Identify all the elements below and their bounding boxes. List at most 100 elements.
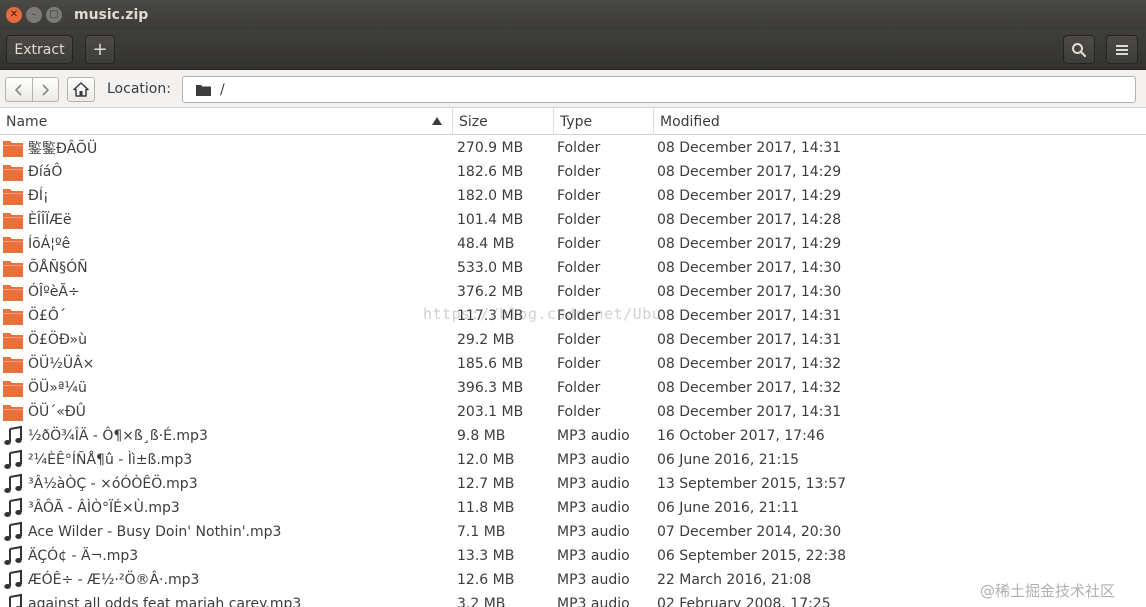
file-type: Folder [557,212,601,228]
music-note-icon [4,497,22,517]
file-type: MP3 audio [557,500,630,516]
file-row[interactable]: ³Â½àÒÇ - ×óÓÒÊÖ.mp3 12.7 MB MP3 audio 13 Se… [0,472,1146,496]
file-name-cell: ÓÎºèÃ÷ [0,280,450,304]
file-type: MP3 audio [557,452,630,468]
file-name: 鍳鍳ÐÂÕÜ [28,141,98,157]
folder-icon [3,309,23,325]
file-name-cell: ÆÓÊ÷ - Æ½·²Ö®Â·.mp3 [0,568,450,592]
file-row[interactable]: ÈÎÎÏÆë 101.4 MB Folder 08 December 2017, 14… [0,208,1146,232]
file-type: Folder [557,164,601,180]
file-row[interactable]: ÐíáÔ 182.6 MB Folder 08 December 2017, 14:2… [0,160,1146,184]
file-size: 533.0 MB [457,260,524,276]
file-row[interactable]: ÍõÁ¦ºê 48.4 MB Folder 08 December 2017, 14:… [0,232,1146,256]
file-name: ²¼ÈÊ°ÍÑÅ¶û - Ìì±ß.mp3 [28,452,193,468]
location-label: Location: [107,81,171,97]
file-row[interactable]: ³ÂÔÃ - ÂÌÒ°ÏÉ×Ù.mp3 11.8 MB MP3 audio 06 Ju… [0,496,1146,520]
file-row[interactable]: ÆÓÊ÷ - Æ½·²Ö®Â·.mp3 12.6 MB MP3 audio 22 Ma… [0,568,1146,592]
file-type: MP3 audio [557,572,630,588]
folder-icon [3,285,23,301]
file-name-cell: ³ÂÔÃ - ÂÌÒ°ÏÉ×Ù.mp3 [0,496,450,520]
column-header-type[interactable]: Type [554,108,654,135]
file-modified: 08 December 2017, 14:29 [657,236,842,252]
file-row[interactable]: ²¼ÈÊ°ÍÑÅ¶û - Ìì±ß.mp3 12.0 MB MP3 audio 06 … [0,448,1146,472]
music-note-icon [4,449,22,469]
file-size: 48.4 MB [457,236,515,252]
file-modified: 08 December 2017, 14:30 [657,284,842,300]
hamburger-menu-icon [1116,44,1128,55]
file-modified: 08 December 2017, 14:31 [657,332,842,348]
file-row[interactable]: 鍳鍳ÐÂÕÜ 270.9 MB Folder 08 December 2017, 14… [0,136,1146,160]
column-header-size-label: Size [459,113,488,130]
location-input[interactable]: / [182,76,1136,103]
file-size: 12.0 MB [457,452,515,468]
music-note-icon [4,521,22,541]
watermark-corner: @稀土掘金技术社区 [980,582,1116,600]
column-header-type-label: Type [560,113,593,130]
search-button[interactable] [1063,35,1095,64]
file-name-cell: ÄÇÓ¢ - Ä¬.mp3 [0,544,450,568]
file-type: MP3 audio [557,596,630,607]
file-modified: 07 December 2014, 20:30 [657,524,842,540]
file-modified: 08 December 2017, 14:32 [657,380,842,396]
file-row[interactable]: Ö£ÖÐ»ù 29.2 MB Folder 08 December 2017, 14:… [0,328,1146,352]
file-size: 182.6 MB [457,164,524,180]
file-name-cell: ½ðÖ¾ÎÄ - Ô¶×ß¸ß·É.mp3 [0,424,450,448]
minimize-window-button[interactable]: – [26,7,42,23]
file-row[interactable]: against all odds feat mariah carey.mp3 3.… [0,592,1146,607]
file-row[interactable]: ½ðÖ¾ÎÄ - Ô¶×ß¸ß·É.mp3 9.8 MB MP3 audio 16 O… [0,424,1146,448]
file-name: ÖÜ½ÜÂ× [28,356,95,372]
file-size: 203.1 MB [457,404,524,420]
file-name: ½ðÖ¾ÎÄ - Ô¶×ß¸ß·É.mp3 [28,428,208,444]
sort-ascending-icon [432,117,442,125]
file-row[interactable]: ÖÜ´«ÐÛ 203.1 MB Folder 08 December 2017, 14… [0,400,1146,424]
file-name-cell: against all odds feat mariah carey.mp3 [0,592,450,607]
navigation-buttons [5,77,59,102]
file-name: Ö£ÖÐ»ù [28,332,87,348]
file-row[interactable]: ÓÎºèÃ÷ 376.2 MB Folder 08 December 2017, 14… [0,280,1146,304]
file-type: MP3 audio [557,428,630,444]
file-type: Folder [557,236,601,252]
file-size: 182.0 MB [457,188,524,204]
forward-button[interactable] [31,78,59,101]
file-type: Folder [557,188,601,204]
file-row[interactable]: ÕÅÑ§ÓÑ 533.0 MB Folder 08 December 2017, 14… [0,256,1146,280]
folder-icon [3,141,23,157]
menu-button[interactable] [1106,35,1138,64]
column-header-name[interactable]: Name [0,108,453,135]
file-modified: 06 September 2015, 22:38 [657,548,846,564]
column-header-modified-label: Modified [660,113,720,130]
file-modified: 08 December 2017, 14:29 [657,164,842,180]
file-size: 13.3 MB [457,548,515,564]
file-type: MP3 audio [557,548,630,564]
add-files-button[interactable]: + [85,35,115,64]
file-modified: 08 December 2017, 14:31 [657,140,842,156]
file-type: Folder [557,260,601,276]
home-button[interactable] [67,77,95,102]
file-row[interactable]: Ace Wilder - Busy Doin' Nothin'.mp3 7.1 M… [0,520,1146,544]
location-path: / [220,81,225,98]
file-modified: 08 December 2017, 14:29 [657,188,842,204]
file-type: Folder [557,356,601,372]
folder-icon [3,357,23,373]
file-row[interactable]: ÖÜ»ª¼ü 396.3 MB Folder 08 December 2017, 14… [0,376,1146,400]
back-button[interactable] [6,78,32,101]
file-type: Folder [557,404,601,420]
file-name-cell: Ace Wilder - Busy Doin' Nothin'.mp3 [0,520,450,544]
file-name-cell: ÍõÁ¦ºê [0,232,450,256]
file-name-cell: ÈÎÎÏÆë [0,208,450,232]
file-row[interactable]: ÐÍ¡ 182.0 MB Folder 08 December 2017, 14:29 [0,184,1146,208]
file-name-cell: ÐíáÔ [0,160,450,184]
file-modified: 16 October 2017, 17:46 [657,428,825,444]
file-row[interactable]: ÖÜ½ÜÂ× 185.6 MB Folder 08 December 2017, 14… [0,352,1146,376]
column-header-modified[interactable]: Modified [654,108,1146,135]
file-name-cell: Ö£ÖÐ»ù [0,328,450,352]
maximize-window-button[interactable]: □ [46,7,62,23]
file-modified: 08 December 2017, 14:31 [657,308,842,324]
column-header-size[interactable]: Size [453,108,554,135]
close-window-button[interactable]: ✕ [6,7,22,23]
folder-icon [3,333,23,349]
file-row[interactable]: ÄÇÓ¢ - Ä¬.mp3 13.3 MB MP3 audio 06 Septembe… [0,544,1146,568]
file-name-cell: ÖÜ»ª¼ü [0,376,450,400]
music-note-icon [4,545,22,565]
extract-button[interactable]: Extract [6,35,73,64]
